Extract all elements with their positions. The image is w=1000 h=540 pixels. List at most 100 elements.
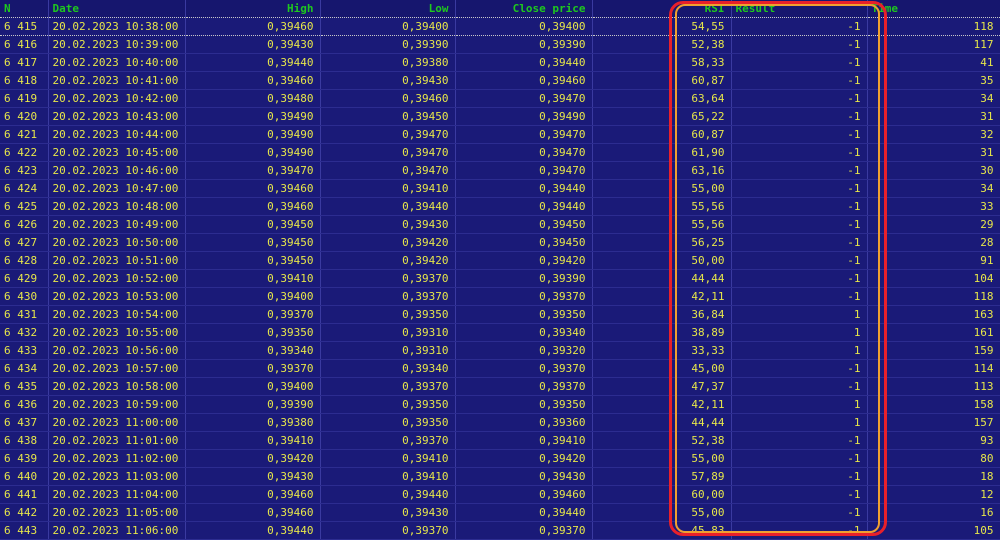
- table-row[interactable]: 6 442 20.02.2023 11:05:00 0,39460 0,39430 0,…: [0, 503, 1000, 522]
- column-header-time[interactable]: Time: [867, 0, 1000, 18]
- table-row[interactable]: 6 438 20.02.2023 11:01:00 0,39410 0,39370 0,…: [0, 431, 1000, 450]
- table-row[interactable]: 6 426 20.02.2023 10:49:00 0,39450 0,39430 0,…: [0, 215, 1000, 234]
- cell-close-price: 0,39440: [455, 179, 593, 198]
- cell-date: 20.02.2023 10:53:00: [48, 287, 186, 306]
- cell-result: 1: [731, 323, 868, 342]
- column-header-high[interactable]: High: [185, 0, 321, 18]
- cell-low: 0,39370: [320, 287, 456, 306]
- table-row[interactable]: 6 420 20.02.2023 10:43:00 0,39490 0,39450 0,…: [0, 107, 1000, 126]
- table-row[interactable]: 6 421 20.02.2023 10:44:00 0,39490 0,39470 0,…: [0, 125, 1000, 144]
- table-row[interactable]: 6 418 20.02.2023 10:41:00 0,39460 0,39430 0,…: [0, 71, 1000, 90]
- cell-close-price: 0,39470: [455, 143, 593, 162]
- table-row[interactable]: 6 415 20.02.2023 10:38:00 0,39460 0,39400 0,…: [0, 17, 1000, 36]
- grid-body: 6 415 20.02.2023 10:38:00 0,39460 0,39400 0,…: [0, 17, 1000, 540]
- cell-time: 161: [867, 323, 1000, 342]
- table-row[interactable]: 6 425 20.02.2023 10:48:00 0,39460 0,39440 0,…: [0, 197, 1000, 216]
- cell-close-price: 0,39390: [455, 269, 593, 288]
- table-row[interactable]: 6 416 20.02.2023 10:39:00 0,39430 0,39390 0,…: [0, 35, 1000, 54]
- cell-high: 0,39390: [185, 395, 321, 414]
- table-row[interactable]: 6 432 20.02.2023 10:55:00 0,39350 0,39310 0,…: [0, 323, 1000, 342]
- table-row[interactable]: 6 443 20.02.2023 11:06:00 0,39440 0,39370 0,…: [0, 521, 1000, 540]
- cell-rsi: 52,38: [592, 431, 732, 450]
- table-row[interactable]: 6 435 20.02.2023 10:58:00 0,39400 0,39370 0,…: [0, 377, 1000, 396]
- column-header-date[interactable]: Date: [48, 0, 186, 18]
- cell-low: 0,39460: [320, 89, 456, 108]
- cell-close-price: 0,39440: [455, 197, 593, 216]
- cell-close-price: 0,39390: [455, 35, 593, 54]
- column-header-result[interactable]: Result: [731, 0, 868, 18]
- table-row[interactable]: 6 431 20.02.2023 10:54:00 0,39370 0,39350 0,…: [0, 305, 1000, 324]
- table-row[interactable]: 6 428 20.02.2023 10:51:00 0,39450 0,39420 0,…: [0, 251, 1000, 270]
- cell-close-price: 0,39320: [455, 341, 593, 360]
- table-row[interactable]: 6 434 20.02.2023 10:57:00 0,39370 0,39340 0,…: [0, 359, 1000, 378]
- table-row[interactable]: 6 437 20.02.2023 11:00:00 0,39380 0,39350 0,…: [0, 413, 1000, 432]
- cell-result: -1: [731, 107, 868, 126]
- cell-result: -1: [731, 53, 868, 72]
- cell-result: 1: [731, 395, 868, 414]
- cell-high: 0,39450: [185, 251, 321, 270]
- table-row[interactable]: 6 440 20.02.2023 11:03:00 0,39430 0,39410 0,…: [0, 467, 1000, 486]
- table-row[interactable]: 6 422 20.02.2023 10:45:00 0,39490 0,39470 0,…: [0, 143, 1000, 162]
- table-row[interactable]: 6 430 20.02.2023 10:53:00 0,39400 0,39370 0,…: [0, 287, 1000, 306]
- cell-time: 31: [867, 107, 1000, 126]
- cell-low: 0,39440: [320, 485, 456, 504]
- cell-rsi: 61,90: [592, 143, 732, 162]
- table-row[interactable]: 6 423 20.02.2023 10:46:00 0,39470 0,39470 0,…: [0, 161, 1000, 180]
- table-row[interactable]: 6 433 20.02.2023 10:56:00 0,39340 0,39310 0,…: [0, 341, 1000, 360]
- cell-time: 91: [867, 251, 1000, 270]
- cell-high: 0,39450: [185, 233, 321, 252]
- cell-time: 33: [867, 197, 1000, 216]
- cell-low: 0,39380: [320, 53, 456, 72]
- cell-low: 0,39430: [320, 503, 456, 522]
- cell-n: 6 434: [0, 359, 49, 378]
- table-row[interactable]: 6 436 20.02.2023 10:59:00 0,39390 0,39350 0,…: [0, 395, 1000, 414]
- cell-rsi: 56,25: [592, 233, 732, 252]
- cell-high: 0,39460: [185, 197, 321, 216]
- cell-n: 6 437: [0, 413, 49, 432]
- column-header-n[interactable]: N: [0, 0, 49, 18]
- cell-time: 18: [867, 467, 1000, 486]
- column-header-rsi[interactable]: RSI: [592, 0, 732, 18]
- cell-date: 20.02.2023 10:43:00: [48, 107, 186, 126]
- cell-date: 20.02.2023 11:05:00: [48, 503, 186, 522]
- cell-time: 29: [867, 215, 1000, 234]
- cell-close-price: 0,39370: [455, 521, 593, 540]
- cell-n: 6 433: [0, 341, 49, 360]
- cell-rsi: 65,22: [592, 107, 732, 126]
- cell-high: 0,39430: [185, 35, 321, 54]
- cell-low: 0,39420: [320, 233, 456, 252]
- cell-low: 0,39450: [320, 107, 456, 126]
- cell-date: 20.02.2023 11:03:00: [48, 467, 186, 486]
- cell-n: 6 440: [0, 467, 49, 486]
- cell-n: 6 428: [0, 251, 49, 270]
- cell-high: 0,39490: [185, 125, 321, 144]
- table-row[interactable]: 6 439 20.02.2023 11:02:00 0,39420 0,39410 0,…: [0, 449, 1000, 468]
- cell-close-price: 0,39470: [455, 125, 593, 144]
- cell-result: -1: [731, 467, 868, 486]
- cell-n: 6 420: [0, 107, 49, 126]
- table-row[interactable]: 6 419 20.02.2023 10:42:00 0,39480 0,39460 0,…: [0, 89, 1000, 108]
- cell-rsi: 63,64: [592, 89, 732, 108]
- cell-high: 0,39440: [185, 521, 321, 540]
- table-row[interactable]: 6 441 20.02.2023 11:04:00 0,39460 0,39440 0,…: [0, 485, 1000, 504]
- column-header-low[interactable]: Low: [320, 0, 456, 18]
- cell-close-price: 0,39440: [455, 503, 593, 522]
- cell-high: 0,39470: [185, 161, 321, 180]
- cell-time: 34: [867, 89, 1000, 108]
- cell-low: 0,39370: [320, 269, 456, 288]
- table-row[interactable]: 6 417 20.02.2023 10:40:00 0,39440 0,39380 0,…: [0, 53, 1000, 72]
- cell-high: 0,39490: [185, 143, 321, 162]
- cell-rsi: 54,55: [592, 17, 732, 36]
- cell-date: 20.02.2023 10:48:00: [48, 197, 186, 216]
- cell-high: 0,39370: [185, 305, 321, 324]
- cell-rsi: 55,00: [592, 503, 732, 522]
- cell-time: 104: [867, 269, 1000, 288]
- cell-n: 6 424: [0, 179, 49, 198]
- column-header-close-price[interactable]: Close price: [455, 0, 593, 18]
- cell-date: 20.02.2023 10:40:00: [48, 53, 186, 72]
- table-row[interactable]: 6 427 20.02.2023 10:50:00 0,39450 0,39420 0,…: [0, 233, 1000, 252]
- table-row[interactable]: 6 424 20.02.2023 10:47:00 0,39460 0,39410 0,…: [0, 179, 1000, 198]
- table-row[interactable]: 6 429 20.02.2023 10:52:00 0,39410 0,39370 0,…: [0, 269, 1000, 288]
- cell-close-price: 0,39460: [455, 485, 593, 504]
- cell-n: 6 426: [0, 215, 49, 234]
